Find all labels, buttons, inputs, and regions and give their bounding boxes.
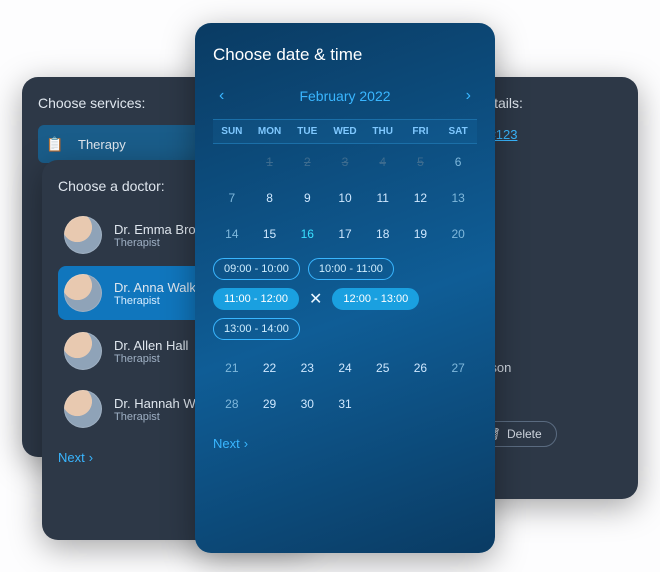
calendar-day[interactable]: 17 <box>326 223 364 245</box>
calendar-day[interactable]: 20 <box>439 223 477 245</box>
calendar-day[interactable]: 22 <box>251 357 289 379</box>
avatar <box>64 332 102 370</box>
dow-label: FRI <box>402 126 440 137</box>
avatar <box>64 390 102 428</box>
calendar-day[interactable]: 18 <box>364 223 402 245</box>
time-slot[interactable]: 09:00 - 10:00 <box>213 258 300 280</box>
calendar-week: 123456 <box>213 144 477 180</box>
time-slot[interactable]: 12:00 - 13:00 <box>332 288 419 310</box>
calendar-week: 28293031 <box>213 386 477 422</box>
calendar-day[interactable]: 28 <box>213 393 251 415</box>
month-label: February 2022 <box>299 88 390 104</box>
calendar-day[interactable]: 11 <box>364 187 402 209</box>
service-label: Therapy <box>78 137 126 152</box>
doctor-name: Dr. Anna Walker <box>114 280 207 295</box>
calendar-week: 21222324252627 <box>213 350 477 386</box>
calendar-title: Choose date & time <box>213 45 477 65</box>
doctor-name: Dr. Allen Hall <box>114 338 188 353</box>
doctor-role: Therapist <box>114 295 207 307</box>
dow-label: SUN <box>213 126 251 137</box>
calendar-day[interactable]: 3 <box>326 151 364 173</box>
chevron-right-icon: › <box>89 450 93 465</box>
dow-label: WED <box>326 126 364 137</box>
calendar-day[interactable]: 30 <box>288 393 326 415</box>
delete-label: Delete <box>507 427 542 441</box>
clipboard-icon: 📋 <box>42 131 68 157</box>
day-of-week-row: SUNMONTUEWEDTHUFRISAT <box>213 119 477 144</box>
calendar-day <box>439 400 477 408</box>
calendar-day[interactable]: 24 <box>326 357 364 379</box>
calendar-panel: Choose date & time ‹ February 2022 › SUN… <box>195 23 495 553</box>
calendar-day[interactable]: 10 <box>326 187 364 209</box>
calendar-header: ‹ February 2022 › <box>213 83 477 109</box>
next-label: Next <box>58 450 85 465</box>
calendar-day[interactable]: 25 <box>364 357 402 379</box>
calendar-day[interactable]: 21 <box>213 357 251 379</box>
prev-month-button[interactable]: ‹ <box>213 83 230 109</box>
calendar-day[interactable]: 5 <box>402 151 440 173</box>
calendar-day[interactable]: 29 <box>251 393 289 415</box>
calendar-day[interactable]: 16 <box>288 223 326 245</box>
calendar-day <box>402 400 440 408</box>
calendar-week: 78910111213 <box>213 180 477 216</box>
chevron-left-icon: ‹ <box>219 87 224 104</box>
calendar-day[interactable]: 15 <box>251 223 289 245</box>
calendar-day[interactable]: 12 <box>402 187 440 209</box>
doctor-text: Dr. Allen HallTherapist <box>114 338 188 365</box>
doctor-text: Dr. Anna WalkerTherapist <box>114 280 207 307</box>
calendar-day[interactable]: 7 <box>213 187 251 209</box>
calendar-day[interactable]: 1 <box>251 151 289 173</box>
calendar-day[interactable]: 2 <box>288 151 326 173</box>
next-month-button[interactable]: › <box>460 83 477 109</box>
avatar <box>64 274 102 312</box>
next-button[interactable]: Next › <box>213 436 477 451</box>
calendar-week: 14151617181920 <box>213 216 477 252</box>
calendar-day <box>213 158 251 166</box>
calendar-day[interactable]: 14 <box>213 223 251 245</box>
doctor-role: Therapist <box>114 353 188 365</box>
calendar-day[interactable]: 13 <box>439 187 477 209</box>
dow-label: THU <box>364 126 402 137</box>
time-slot[interactable]: 10:00 - 11:00 <box>308 258 394 280</box>
calendar-day[interactable]: 6 <box>439 151 477 173</box>
calendar-day[interactable]: 19 <box>402 223 440 245</box>
time-slot[interactable]: 11:00 - 12:00 <box>213 288 299 310</box>
calendar-day[interactable]: 23 <box>288 357 326 379</box>
calendar-day[interactable]: 26 <box>402 357 440 379</box>
avatar <box>64 216 102 254</box>
calendar-day[interactable]: 4 <box>364 151 402 173</box>
calendar-day[interactable]: 27 <box>439 357 477 379</box>
dow-label: TUE <box>288 126 326 137</box>
time-slot[interactable]: 13:00 - 14:00 <box>213 318 300 340</box>
calendar-day[interactable]: 31 <box>326 393 364 415</box>
calendar-day[interactable]: 8 <box>251 187 289 209</box>
dow-label: MON <box>251 126 289 137</box>
chevron-right-icon: › <box>466 87 471 104</box>
dow-label: SAT <box>439 126 477 137</box>
calendar-day <box>364 400 402 408</box>
close-icon[interactable]: ✕ <box>307 289 324 309</box>
time-slots: 09:00 - 10:00 10:00 - 11:00 11:00 - 12:00 ✕… <box>213 252 477 350</box>
chevron-right-icon: › <box>244 436 248 451</box>
calendar-day[interactable]: 9 <box>288 187 326 209</box>
next-label: Next <box>213 436 240 451</box>
